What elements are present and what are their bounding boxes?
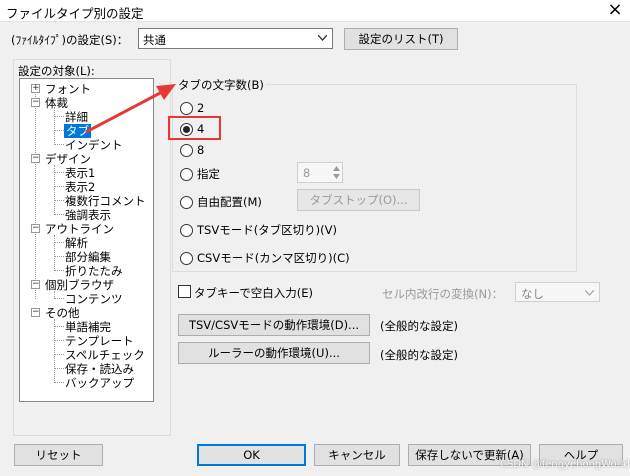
window-title: ファイルタイプ別の設定 [6, 6, 144, 21]
tree-item-display1[interactable]: 表示1 [65, 166, 95, 180]
tsv-env-note: (全般的な設定) [380, 319, 458, 333]
tree-collapse-icon[interactable]: − [31, 98, 40, 107]
tree-item-font[interactable]: フォント [45, 82, 91, 96]
cancel-button[interactable]: キャンセル [314, 444, 400, 466]
filetype-label: (ﾌｧｲﾙﾀｲﾌﾟ)の設定(S)： [11, 33, 129, 47]
chevron-down-icon [585, 290, 594, 296]
tab-size-group-label: タブの文字数(B) [176, 77, 266, 93]
settings-list-button[interactable]: 設定のリスト(T) [344, 28, 458, 50]
tree-expand-icon[interactable]: + [31, 84, 40, 93]
radio-icon [180, 101, 193, 115]
chevron-down-icon [318, 35, 327, 41]
tree-item-display2[interactable]: 表示2 [65, 180, 95, 194]
tree-item-tab[interactable]: タブ [64, 124, 91, 138]
tree-item-word-complete[interactable]: 単語補完 [65, 320, 111, 334]
close-icon[interactable]: × [600, 0, 630, 22]
tree-item-template[interactable]: テンプレート [65, 334, 134, 348]
ruler-env-note: (全般的な設定) [380, 348, 458, 362]
custom-tab-value: 8 [303, 166, 311, 180]
tree-item-backup[interactable]: バックアップ [65, 376, 134, 390]
filetype-select[interactable]: 共通 [138, 28, 333, 49]
tree-collapse-icon[interactable]: − [31, 154, 40, 163]
tree-item-outline[interactable]: アウトライン [45, 222, 114, 236]
tree-item-contents[interactable]: コンテンツ [65, 292, 123, 306]
tree-item-detail[interactable]: 詳細 [65, 110, 88, 124]
tree-item-folding[interactable]: 折りたたみ [65, 264, 123, 278]
reset-button[interactable]: リセット [14, 444, 103, 466]
tree-view[interactable]: + − − − − − フォント 体裁 詳細 タブ インデント デザイン 表示1… [19, 78, 154, 402]
tree-item-multiline-comment[interactable]: 複数行コメント [65, 194, 146, 208]
watermark: CSDN @fengyehongWorld [500, 459, 630, 470]
tree-item-highlight[interactable]: 強調表示 [65, 208, 111, 222]
radio-icon [180, 195, 193, 209]
radio-icon [180, 143, 193, 157]
cell-newline-select[interactable]: なし [515, 282, 600, 302]
cell-newline-value: なし [521, 287, 544, 301]
tree-collapse-icon[interactable]: − [31, 224, 40, 233]
spin-up-icon[interactable] [333, 166, 340, 171]
tabkey-label: タブキーで空白入力(E) [194, 286, 314, 300]
tab-size-group [172, 84, 577, 272]
cell-newline-label: セル内改行の変換(N)： [382, 287, 504, 301]
tree-item-design[interactable]: デザイン [45, 152, 91, 166]
tabkey-checkbox[interactable] [178, 285, 191, 298]
tab-radio-tsv[interactable]: TSVモード(タブ区切り)(V) [180, 222, 337, 238]
ok-button[interactable]: OK [197, 444, 306, 466]
tab-radio-csv[interactable]: CSVモード(カンマ区切り)(C) [180, 250, 350, 266]
tree-item-save-load[interactable]: 保存・読込み [65, 362, 134, 376]
tree-item-other[interactable]: その他 [45, 306, 80, 320]
tab-radio-8[interactable]: 8 [180, 143, 204, 157]
custom-tab-stepper[interactable]: 8 [297, 162, 343, 183]
tree-item-browser[interactable]: 個別ブラウザ [45, 278, 114, 292]
tab-radio-custom[interactable]: 指定 [180, 166, 220, 182]
tsv-env-button[interactable]: TSV/CSVモードの動作環境(D)... [178, 314, 370, 336]
tab-radio-2[interactable]: 2 [180, 101, 204, 115]
highlight-box [168, 116, 221, 140]
ruler-env-button[interactable]: ルーラーの動作環境(U)... [178, 342, 370, 364]
tree-item-analysis[interactable]: 解析 [65, 236, 88, 250]
radio-icon [180, 167, 193, 181]
tree-item-spellcheck[interactable]: スペルチェック [65, 348, 145, 362]
tree-collapse-icon[interactable]: − [31, 308, 40, 317]
tree-item-layout[interactable]: 体裁 [45, 96, 68, 110]
radio-icon [180, 251, 193, 265]
radio-icon [180, 223, 193, 237]
tabstop-button[interactable]: タブストップ(O)... [297, 189, 420, 211]
tree-collapse-icon[interactable]: − [31, 280, 40, 289]
tab-radio-free[interactable]: 自由配置(M) [180, 194, 262, 210]
tree-item-partial-edit[interactable]: 部分編集 [65, 250, 111, 264]
spin-down-icon[interactable] [333, 174, 340, 179]
tree-item-indent[interactable]: インデント [65, 138, 123, 152]
tree-label: 設定の対象(L): [18, 63, 95, 79]
filetype-value: 共通 [143, 33, 166, 47]
